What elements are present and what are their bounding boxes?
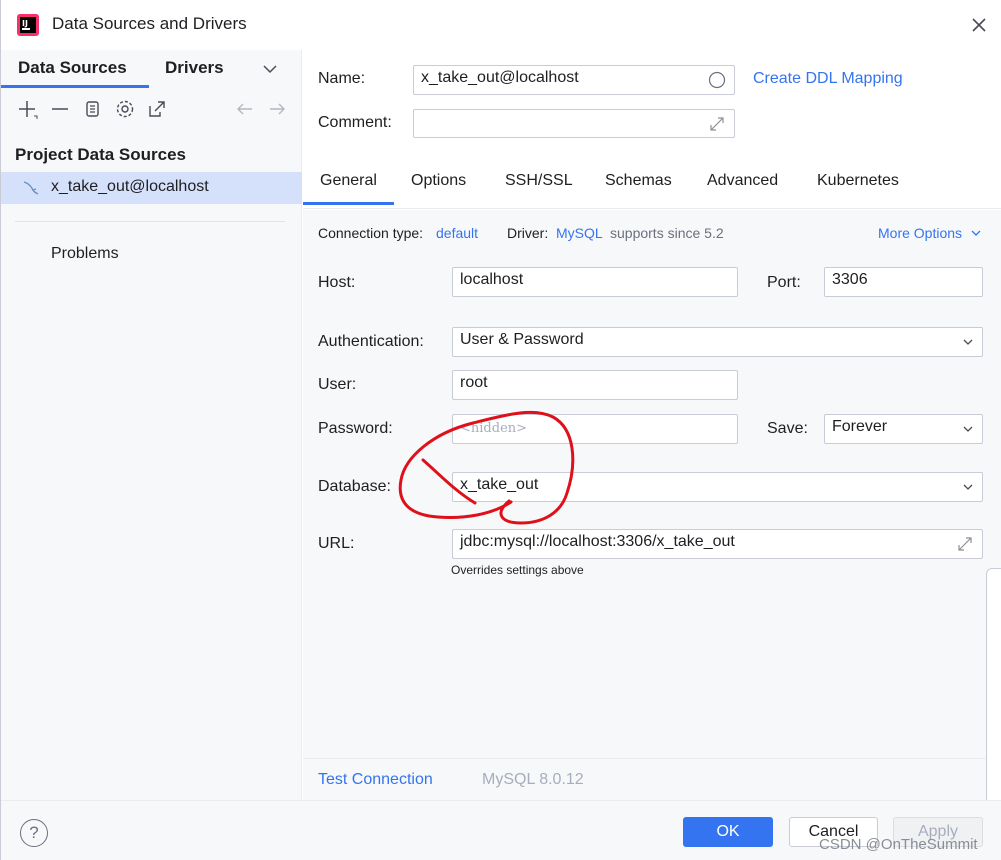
- user-label: User:: [318, 376, 357, 393]
- gear-icon[interactable]: [114, 98, 136, 120]
- left-panel: Data Sources Drivers Project Data Source…: [1, 50, 302, 800]
- add-icon[interactable]: [16, 98, 38, 120]
- tab-drivers[interactable]: Drivers: [165, 58, 224, 78]
- connection-footer: Test Connection MySQL 8.0.12: [303, 758, 1001, 800]
- copy-icon[interactable]: [81, 98, 103, 120]
- tab-advanced[interactable]: Advanced: [707, 172, 778, 190]
- driver-note: supports since 5.2: [610, 225, 724, 241]
- authentication-label: Authentication:: [318, 333, 424, 350]
- active-tab-underline: [1, 85, 149, 88]
- driver-link[interactable]: MySQL: [556, 225, 603, 241]
- connection-type-link[interactable]: default: [436, 225, 478, 241]
- left-divider: [15, 221, 285, 222]
- expand-icon[interactable]: [956, 535, 974, 553]
- left-toolbar: [1, 92, 302, 126]
- color-circle-icon[interactable]: [708, 71, 726, 89]
- save-select[interactable]: Forever: [824, 414, 983, 444]
- chevron-down-icon: [963, 484, 973, 490]
- chevron-down-icon: [963, 426, 973, 432]
- driver-label: Driver:: [507, 225, 549, 241]
- expand-icon[interactable]: [708, 115, 726, 133]
- connection-type-label: Connection type:: [318, 225, 424, 241]
- database-label: Database:: [318, 478, 391, 495]
- right-panel: Name: x_take_out@localhost Create DDL Ma…: [303, 50, 1001, 800]
- url-label: URL:: [318, 535, 355, 552]
- port-label: Port:: [767, 274, 801, 291]
- authentication-select[interactable]: User & Password: [452, 327, 983, 357]
- mysql-dolphin-icon: [23, 181, 39, 195]
- port-field[interactable]: 3306: [824, 267, 983, 297]
- host-field[interactable]: localhost: [452, 267, 738, 297]
- general-tab-content: Connection type: default Driver: MySQL s…: [303, 210, 1001, 758]
- forward-arrow-icon[interactable]: [266, 98, 288, 120]
- chevron-down-icon: [971, 230, 981, 236]
- authentication-value: User & Password: [460, 331, 584, 348]
- remove-icon[interactable]: [49, 98, 71, 120]
- red-annotation-circle: [398, 410, 575, 525]
- tab-schemas[interactable]: Schemas: [605, 172, 672, 190]
- ok-button[interactable]: OK: [683, 817, 773, 847]
- name-field[interactable]: x_take_out@localhost: [413, 65, 735, 95]
- more-options-link[interactable]: More Options: [878, 225, 982, 241]
- help-icon[interactable]: ?: [20, 819, 48, 847]
- title-bar: IJ Data Sources and Drivers: [1, 0, 1001, 50]
- comment-field[interactable]: [413, 109, 735, 138]
- overlapping-panel-edge: [986, 568, 1001, 800]
- save-value: Forever: [832, 418, 888, 435]
- data-source-label: x_take_out@localhost: [51, 178, 209, 195]
- chevron-down-icon[interactable]: [261, 60, 279, 78]
- server-version: MySQL 8.0.12: [482, 771, 584, 788]
- active-tab-underline: [303, 202, 394, 205]
- name-value: x_take_out@localhost: [421, 69, 579, 86]
- create-ddl-mapping-link[interactable]: Create DDL Mapping: [753, 70, 903, 88]
- watermark-text: CSDN @OnTheSummit: [819, 836, 978, 853]
- tab-kubernetes[interactable]: Kubernetes: [817, 172, 899, 190]
- test-connection-link[interactable]: Test Connection: [318, 771, 433, 789]
- chevron-down-icon: [963, 339, 973, 345]
- svg-text:IJ: IJ: [22, 19, 28, 28]
- tab-ssh-ssl[interactable]: SSH/SSL: [505, 172, 573, 190]
- more-options-label: More Options: [878, 225, 963, 241]
- save-label: Save:: [767, 420, 808, 437]
- tab-options[interactable]: Options: [411, 172, 466, 190]
- url-note: Overrides settings above: [451, 563, 584, 577]
- tab-general[interactable]: General: [320, 172, 377, 190]
- name-label: Name:: [318, 70, 366, 87]
- tab-data-sources[interactable]: Data Sources: [18, 58, 127, 78]
- project-data-sources-heading: Project Data Sources: [15, 145, 187, 164]
- left-tabs: Data Sources Drivers: [1, 50, 302, 90]
- problems-item[interactable]: Problems: [51, 245, 119, 263]
- data-source-item[interactable]: x_take_out@localhost: [1, 172, 302, 204]
- user-field[interactable]: root: [452, 370, 738, 400]
- host-label: Host:: [318, 274, 356, 291]
- settings-tabs: General Options SSH/SSL Schemas Advanced…: [303, 165, 1001, 209]
- comment-label: Comment:: [318, 114, 392, 131]
- url-value: jdbc:mysql://localhost:3306/x_take_out: [460, 533, 735, 550]
- close-icon[interactable]: [968, 14, 990, 36]
- back-arrow-icon[interactable]: [234, 98, 256, 120]
- password-label: Password:: [318, 420, 393, 437]
- window-title: Data Sources and Drivers: [52, 14, 247, 33]
- open-external-icon[interactable]: [146, 98, 168, 120]
- dialog-window: IJ Data Sources and Drivers Data Sources…: [0, 0, 1001, 860]
- intellij-app-icon: IJ: [17, 14, 39, 36]
